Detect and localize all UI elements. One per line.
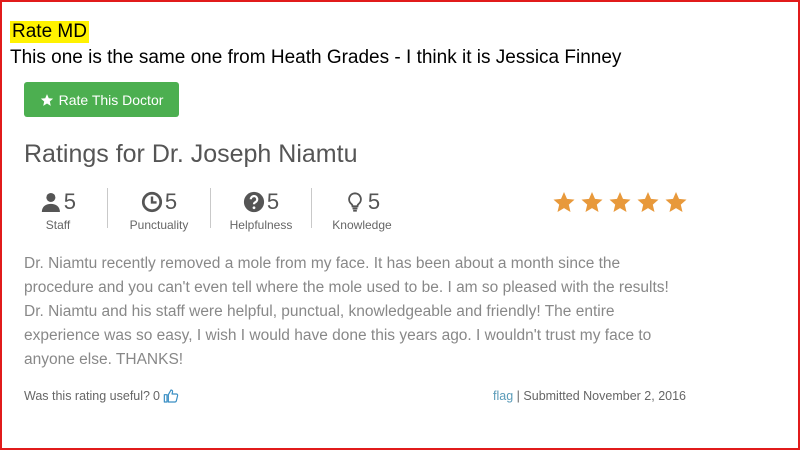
star-icon — [665, 192, 687, 212]
metric-knowledge-value: 5 — [367, 189, 381, 214]
thumbs-up-icon[interactable] — [163, 388, 179, 404]
star-icon — [581, 192, 603, 212]
star-icon — [609, 192, 631, 212]
clock-icon — [141, 191, 162, 213]
submitted-date: Submitted November 2, 2016 — [523, 389, 686, 403]
useful-label: Was this rating useful? — [24, 389, 150, 403]
question-icon — [243, 191, 264, 213]
rate-this-doctor-button[interactable]: Rate This Doctor — [24, 82, 179, 117]
metric-divider — [107, 188, 108, 228]
user-icon — [41, 192, 60, 212]
metric-staff: 5 Staff — [40, 188, 76, 232]
metric-knowledge-label: Knowledge — [332, 218, 392, 232]
meta-separator: | — [516, 389, 520, 403]
metric-staff-value: 5 — [63, 189, 76, 214]
flag-link[interactable]: flag — [493, 389, 513, 403]
rating-useful: Was this rating useful? 0 — [24, 388, 179, 404]
metric-helpfulness-value: 5 — [266, 189, 280, 214]
metric-punctuality-value: 5 — [164, 189, 178, 214]
useful-count: 0 — [152, 389, 160, 403]
star-icon — [40, 93, 53, 106]
star-icon — [553, 192, 575, 212]
metric-helpfulness: 5 Helpfulness — [226, 188, 296, 232]
annotation-note: This one is the same one from Heath Grad… — [10, 47, 622, 68]
metric-punctuality-label: Punctuality — [129, 218, 189, 232]
metric-helpfulness-label: Helpfulness — [229, 218, 293, 232]
star-icon — [637, 192, 659, 212]
review-text: Dr. Niamtu recently removed a mole from … — [24, 255, 669, 368]
review-meta: flag | Submitted November 2, 2016 — [493, 389, 686, 403]
metric-divider — [311, 188, 312, 228]
lightbulb-icon — [348, 192, 362, 212]
metric-punctuality: 5 Punctuality — [124, 188, 194, 232]
star-rating — [552, 190, 688, 214]
page-title: Ratings for Dr. Joseph Niamtu — [24, 140, 358, 168]
metric-divider — [210, 188, 211, 228]
rate-button-label: Rate This Doctor — [58, 91, 164, 108]
annotation-title: Rate MD — [10, 21, 89, 43]
metric-knowledge: 5 Knowledge — [328, 188, 396, 232]
metric-staff-label: Staff — [45, 218, 71, 232]
